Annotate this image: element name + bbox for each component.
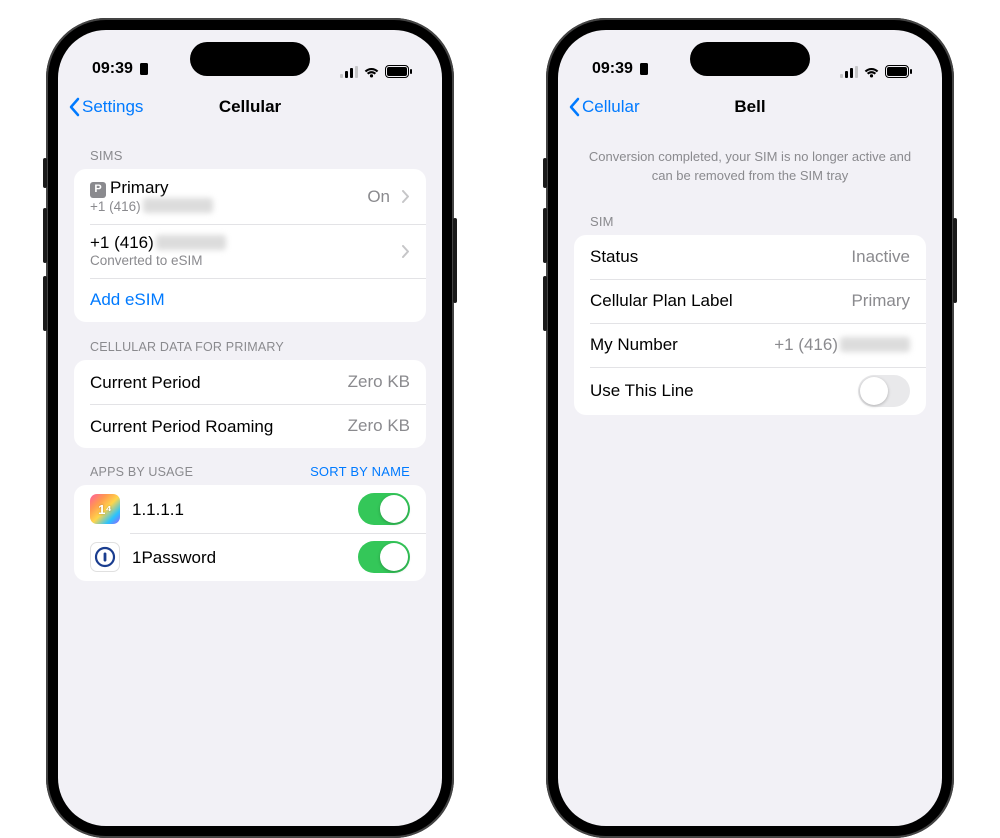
sim-primary-title: PPrimary <box>90 177 355 198</box>
side-button <box>953 218 957 303</box>
status-time: 09:39 <box>92 60 133 78</box>
section-header-data: CELLULAR DATA FOR PRIMARY <box>74 322 426 360</box>
use-this-line-toggle[interactable] <box>858 375 910 407</box>
primary-badge-icon: P <box>90 182 106 198</box>
chevron-left-icon <box>568 97 580 117</box>
sims-group: PPrimary +1 (416) On +1 (416) Con <box>74 169 426 322</box>
app-name: 1Password <box>132 547 346 568</box>
side-button <box>543 208 547 263</box>
cellular-icon <box>340 66 358 78</box>
battery-icon <box>385 65 412 78</box>
focus-icon <box>638 62 650 76</box>
redacted <box>143 198 213 213</box>
side-button <box>43 158 47 188</box>
redacted <box>156 235 226 250</box>
apps-header-label: APPS BY USAGE <box>90 465 193 479</box>
use-this-line-label: Use This Line <box>590 380 846 401</box>
nav-bar: Settings Cellular <box>58 84 442 130</box>
plan-label-label: Cellular Plan Label <box>590 290 839 311</box>
my-number-row[interactable]: My Number +1 (416) <box>574 323 926 367</box>
battery-icon <box>885 65 912 78</box>
cellular-icon <box>840 66 858 78</box>
side-button <box>543 276 547 331</box>
plan-label-row[interactable]: Cellular Plan Label Primary <box>574 279 926 323</box>
sim-converted-number: +1 (416) <box>90 232 390 253</box>
app-row-cloudflare[interactable]: 1⁴ 1.1.1.1 <box>74 485 426 533</box>
sim-primary-status: On <box>367 187 390 207</box>
app-toggle[interactable] <box>358 493 410 525</box>
side-button <box>43 208 47 263</box>
wifi-icon <box>363 66 380 78</box>
app-icon-cloudflare: 1⁴ <box>90 494 120 524</box>
status-label: Status <box>590 246 839 267</box>
current-period-value: Zero KB <box>348 372 410 392</box>
page-title: Bell <box>734 97 765 117</box>
status-time: 09:39 <box>592 60 633 78</box>
section-header-sim: SIM <box>574 196 926 235</box>
nav-bar: Cellular Bell <box>558 84 942 130</box>
wifi-icon <box>863 66 880 78</box>
page-title: Cellular <box>219 97 281 117</box>
chevron-right-icon <box>402 190 410 203</box>
back-label: Cellular <box>582 97 640 117</box>
chevron-right-icon <box>402 245 410 258</box>
side-button <box>453 218 457 303</box>
app-icon-1password <box>90 542 120 572</box>
status-value: Inactive <box>851 247 910 267</box>
screen: 09:39 Cellular Bell Conversion completed… <box>558 30 942 826</box>
sort-by-name-button[interactable]: SORT BY NAME <box>310 464 410 479</box>
use-this-line-row[interactable]: Use This Line <box>574 367 926 415</box>
chevron-left-icon <box>68 97 80 117</box>
side-button <box>43 276 47 331</box>
back-button[interactable]: Cellular <box>568 97 640 117</box>
screen: 09:39 Settings Cellular SIMs <box>58 30 442 826</box>
section-header-sims: SIMs <box>74 130 426 169</box>
focus-icon <box>138 62 150 76</box>
app-name: 1.1.1.1 <box>132 499 346 520</box>
roaming-row[interactable]: Current Period Roaming Zero KB <box>74 404 426 448</box>
roaming-label: Current Period Roaming <box>90 416 336 437</box>
add-esim-button[interactable]: Add eSIM <box>74 278 426 322</box>
back-label: Settings <box>82 97 143 117</box>
side-button <box>543 158 547 188</box>
status-row[interactable]: Status Inactive <box>574 235 926 279</box>
app-toggle[interactable] <box>358 541 410 573</box>
plan-label-value: Primary <box>851 291 910 311</box>
sim-converted-sub: Converted to eSIM <box>90 253 390 270</box>
current-period-label: Current Period <box>90 372 336 393</box>
redacted <box>840 337 910 352</box>
phone-right: 09:39 Cellular Bell Conversion completed… <box>546 18 954 838</box>
apps-group: 1⁴ 1.1.1.1 1Password <box>74 485 426 581</box>
my-number-label: My Number <box>590 334 762 355</box>
sim-group: Status Inactive Cellular Plan Label Prim… <box>574 235 926 415</box>
dynamic-island <box>690 42 810 76</box>
sim-primary-number: +1 (416) <box>90 198 355 216</box>
data-group: Current Period Zero KB Current Period Ro… <box>74 360 426 448</box>
current-period-row[interactable]: Current Period Zero KB <box>74 360 426 404</box>
conversion-note: Conversion completed, your SIM is no lon… <box>558 130 942 196</box>
apps-header: APPS BY USAGE SORT BY NAME <box>74 448 426 485</box>
phone-left: 09:39 Settings Cellular SIMs <box>46 18 454 838</box>
add-esim-label: Add eSIM <box>90 290 165 310</box>
roaming-value: Zero KB <box>348 416 410 436</box>
my-number-value: +1 (416) <box>774 335 910 355</box>
sim-row-primary[interactable]: PPrimary +1 (416) On <box>74 169 426 224</box>
sim-row-converted[interactable]: +1 (416) Converted to eSIM <box>74 224 426 278</box>
back-button[interactable]: Settings <box>68 97 143 117</box>
dynamic-island <box>190 42 310 76</box>
app-row-1password[interactable]: 1Password <box>74 533 426 581</box>
